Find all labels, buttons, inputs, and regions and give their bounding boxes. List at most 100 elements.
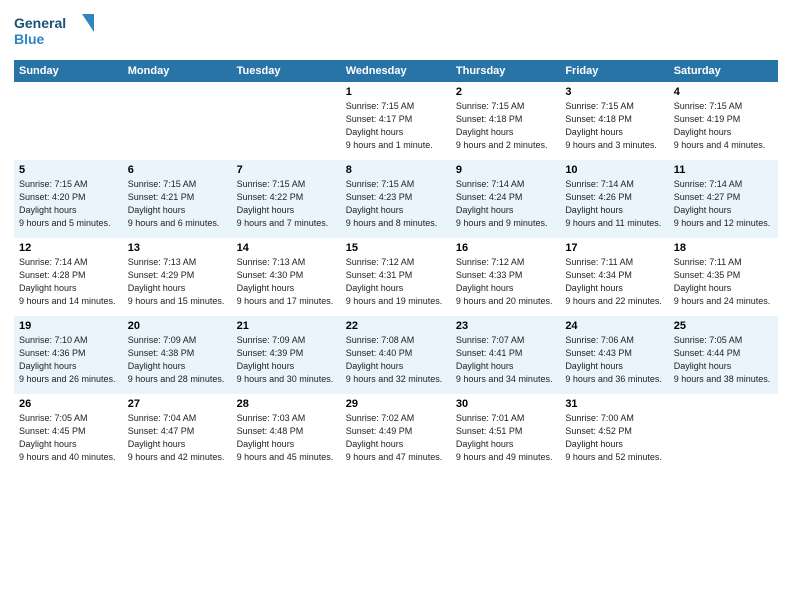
day-number: 2 [456, 86, 555, 98]
day-number: 7 [237, 164, 336, 176]
weekday-header-thursday: Thursday [451, 60, 560, 82]
calendar-cell [14, 82, 123, 160]
calendar-table: SundayMondayTuesdayWednesdayThursdayFrid… [14, 60, 778, 472]
day-info: Sunrise: 7:06 AMSunset: 4:43 PMDaylight … [565, 334, 663, 386]
day-info: Sunrise: 7:11 AMSunset: 4:34 PMDaylight … [565, 256, 663, 308]
day-number: 22 [346, 320, 446, 332]
calendar-cell: 27 Sunrise: 7:04 AMSunset: 4:47 PMDayligh… [123, 394, 232, 472]
calendar-header: General Blue [14, 10, 778, 52]
day-info: Sunrise: 7:14 AMSunset: 4:24 PMDaylight … [456, 178, 555, 230]
day-number: 19 [19, 320, 118, 332]
day-info: Sunrise: 7:01 AMSunset: 4:51 PMDaylight … [456, 412, 555, 464]
calendar-cell: 23 Sunrise: 7:07 AMSunset: 4:41 PMDayligh… [451, 316, 560, 394]
day-number: 17 [565, 242, 663, 254]
calendar-cell: 31Sunrise: 7:00 AMSunset: 4:52 PMDayligh… [560, 394, 668, 472]
day-number: 13 [128, 242, 227, 254]
day-number: 8 [346, 164, 446, 176]
day-info: Sunrise: 7:12 AMSunset: 4:33 PMDaylight … [456, 256, 555, 308]
calendar-cell: 11Sunrise: 7:14 AMSunset: 4:27 PMDayligh… [669, 160, 778, 238]
calendar-cell: 4 Sunrise: 7:15 AMSunset: 4:19 PMDaylight… [669, 82, 778, 160]
day-info: Sunrise: 7:03 AMSunset: 4:48 PMDaylight … [237, 412, 336, 464]
day-info: Sunrise: 7:04 AMSunset: 4:47 PMDaylight … [128, 412, 227, 464]
day-info: Sunrise: 7:15 AMSunset: 4:18 PMDaylight … [456, 100, 555, 152]
calendar-cell: 25Sunrise: 7:05 AMSunset: 4:44 PMDayligh… [669, 316, 778, 394]
calendar-cell [232, 82, 341, 160]
weekday-header-friday: Friday [560, 60, 668, 82]
calendar-cell: 24 Sunrise: 7:06 AMSunset: 4:43 PMDayligh… [560, 316, 668, 394]
day-info: Sunrise: 7:14 AMSunset: 4:28 PMDaylight … [19, 256, 118, 308]
calendar-week-row: 26 Sunrise: 7:05 AMSunset: 4:45 PMDayligh… [14, 394, 778, 472]
calendar-cell: 19 Sunrise: 7:10 AMSunset: 4:36 PMDayligh… [14, 316, 123, 394]
calendar-cell: 8 Sunrise: 7:15 AMSunset: 4:23 PMDaylight… [341, 160, 451, 238]
day-info: Sunrise: 7:02 AMSunset: 4:49 PMDaylight … [346, 412, 446, 464]
calendar-cell: 18 Sunrise: 7:11 AMSunset: 4:35 PMDayligh… [669, 238, 778, 316]
day-number: 18 [674, 242, 773, 254]
calendar-cell: 10 Sunrise: 7:14 AMSunset: 4:26 PMDayligh… [560, 160, 668, 238]
calendar-cell: 30Sunrise: 7:01 AMSunset: 4:51 PMDayligh… [451, 394, 560, 472]
calendar-cell [669, 394, 778, 472]
calendar-cell: 15 Sunrise: 7:12 AMSunset: 4:31 PMDayligh… [341, 238, 451, 316]
calendar-week-row: 12Sunrise: 7:14 AMSunset: 4:28 PMDayligh… [14, 238, 778, 316]
day-info: Sunrise: 7:09 AMSunset: 4:38 PMDaylight … [128, 334, 227, 386]
calendar-cell: 5 Sunrise: 7:15 AMSunset: 4:20 PMDaylight… [14, 160, 123, 238]
day-number: 24 [565, 320, 663, 332]
day-number: 16 [456, 242, 555, 254]
calendar-cell: 28 Sunrise: 7:03 AMSunset: 4:48 PMDayligh… [232, 394, 341, 472]
day-info: Sunrise: 7:15 AMSunset: 4:20 PMDaylight … [19, 178, 118, 230]
logo: General Blue [14, 10, 94, 52]
day-number: 1 [346, 86, 446, 98]
day-number: 14 [237, 242, 336, 254]
calendar-cell: 7Sunrise: 7:15 AMSunset: 4:22 PMDaylight… [232, 160, 341, 238]
day-number: 11 [674, 164, 773, 176]
day-number: 27 [128, 398, 227, 410]
day-number: 23 [456, 320, 555, 332]
day-info: Sunrise: 7:15 AMSunset: 4:19 PMDaylight … [674, 100, 773, 152]
svg-text:General: General [14, 15, 66, 31]
day-info: Sunrise: 7:13 AMSunset: 4:29 PMDaylight … [128, 256, 227, 308]
calendar-cell: 1 Sunrise: 7:15 AMSunset: 4:17 PMDaylight… [341, 82, 451, 160]
day-number: 21 [237, 320, 336, 332]
calendar-week-row: 1 Sunrise: 7:15 AMSunset: 4:17 PMDaylight… [14, 82, 778, 160]
day-number: 4 [674, 86, 773, 98]
day-info: Sunrise: 7:05 AMSunset: 4:45 PMDaylight … [19, 412, 118, 464]
calendar-cell: 13 Sunrise: 7:13 AMSunset: 4:29 PMDayligh… [123, 238, 232, 316]
day-info: Sunrise: 7:14 AMSunset: 4:26 PMDaylight … [565, 178, 663, 230]
calendar-cell: 12Sunrise: 7:14 AMSunset: 4:28 PMDayligh… [14, 238, 123, 316]
day-info: Sunrise: 7:12 AMSunset: 4:31 PMDaylight … [346, 256, 446, 308]
weekday-header-sunday: Sunday [14, 60, 123, 82]
day-number: 3 [565, 86, 663, 98]
calendar-cell: 9 Sunrise: 7:14 AMSunset: 4:24 PMDaylight… [451, 160, 560, 238]
day-number: 29 [346, 398, 446, 410]
day-number: 5 [19, 164, 118, 176]
day-info: Sunrise: 7:15 AMSunset: 4:17 PMDaylight … [346, 100, 446, 152]
day-info: Sunrise: 7:15 AMSunset: 4:23 PMDaylight … [346, 178, 446, 230]
day-info: Sunrise: 7:05 AMSunset: 4:44 PMDaylight … [674, 334, 773, 386]
calendar-cell: 29 Sunrise: 7:02 AMSunset: 4:49 PMDayligh… [341, 394, 451, 472]
svg-text:Blue: Blue [14, 31, 45, 47]
day-info: Sunrise: 7:09 AMSunset: 4:39 PMDaylight … [237, 334, 336, 386]
day-number: 31 [565, 398, 663, 410]
calendar-cell: 3 Sunrise: 7:15 AMSunset: 4:18 PMDaylight… [560, 82, 668, 160]
calendar-week-row: 5 Sunrise: 7:15 AMSunset: 4:20 PMDaylight… [14, 160, 778, 238]
calendar-cell: 22 Sunrise: 7:08 AMSunset: 4:40 PMDayligh… [341, 316, 451, 394]
weekday-header-saturday: Saturday [669, 60, 778, 82]
day-info: Sunrise: 7:15 AMSunset: 4:18 PMDaylight … [565, 100, 663, 152]
day-info: Sunrise: 7:10 AMSunset: 4:36 PMDaylight … [19, 334, 118, 386]
weekday-header-wednesday: Wednesday [341, 60, 451, 82]
day-number: 15 [346, 242, 446, 254]
calendar-container: General Blue SundayMondayTuesdayWednesda… [0, 0, 792, 480]
day-number: 9 [456, 164, 555, 176]
calendar-cell: 16 Sunrise: 7:12 AMSunset: 4:33 PMDayligh… [451, 238, 560, 316]
day-info: Sunrise: 7:07 AMSunset: 4:41 PMDaylight … [456, 334, 555, 386]
day-info: Sunrise: 7:11 AMSunset: 4:35 PMDaylight … [674, 256, 773, 308]
day-info: Sunrise: 7:13 AMSunset: 4:30 PMDaylight … [237, 256, 336, 308]
calendar-week-row: 19 Sunrise: 7:10 AMSunset: 4:36 PMDayligh… [14, 316, 778, 394]
day-number: 28 [237, 398, 336, 410]
logo-svg: General Blue [14, 10, 94, 52]
calendar-cell: 17 Sunrise: 7:11 AMSunset: 4:34 PMDayligh… [560, 238, 668, 316]
day-number: 10 [565, 164, 663, 176]
day-info: Sunrise: 7:08 AMSunset: 4:40 PMDaylight … [346, 334, 446, 386]
day-number: 6 [128, 164, 227, 176]
day-number: 26 [19, 398, 118, 410]
calendar-cell: 14 Sunrise: 7:13 AMSunset: 4:30 PMDayligh… [232, 238, 341, 316]
